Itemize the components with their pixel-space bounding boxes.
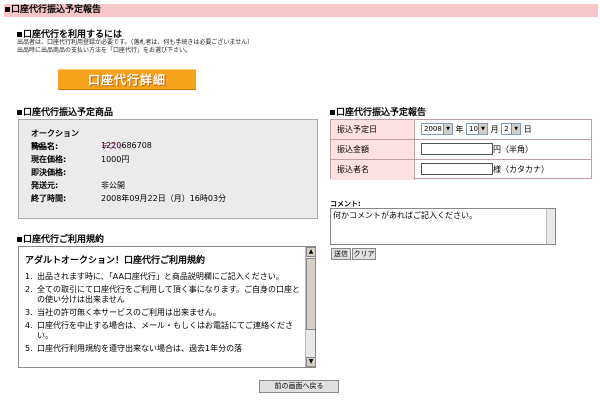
item-row-end-time: 終了時間: 2008年09月22日（月）16時03分 xyxy=(31,193,226,205)
month-unit: 月 xyxy=(490,125,499,134)
terms-item-text: 口座代行利用規約を遵守出来ない場合は、過去1年分の落 xyxy=(37,344,243,353)
account-proxy-detail-button[interactable]: 口座代行詳細 xyxy=(58,69,196,90)
terms-scrollbar[interactable]: ▲ ▼ xyxy=(305,247,315,367)
terms-item-text: 出品されます時に、「AA口座代行」と商品説明欄にご記入ください。 xyxy=(37,272,284,281)
day-select[interactable]: 2 ▼ xyxy=(501,123,522,135)
square-bullet-icon xyxy=(17,32,22,37)
transfer-date-fields: 2008 ▼ 年 10 ▼ 月 2 ▼ 日 xyxy=(421,123,532,136)
ship-from-label: 発送元: xyxy=(31,181,59,190)
terms-item: 2. 全ての取引にて口座代行をご利用して頂く事になります。ご自身の口座との使い分け… xyxy=(25,285,301,305)
transferor-name-input[interactable] xyxy=(421,163,493,175)
page-header-bar: 口座代行振込予定報告 xyxy=(4,4,598,17)
month-select-value: 10 xyxy=(469,125,479,133)
intro-line-2: 出品時に出品商品の支払い方法を「口座代行」をお選び下さい。 xyxy=(17,47,192,54)
item-section-title-text: 口座代行振込予定商品 xyxy=(23,108,114,118)
current-price-label: 現在価格: xyxy=(31,155,67,164)
transferor-name-label: 振込者名 xyxy=(331,160,415,180)
product-name-label: 商品名: xyxy=(31,142,59,151)
year-select-value: 2008 xyxy=(424,125,442,133)
item-row-auction-no: オークションNo.： 1220686708 xyxy=(31,128,152,150)
terms-item: 1. 出品されます時に、「AA口座代行」と商品説明欄にご記入ください。 xyxy=(25,272,301,282)
terms-item-number: 3. xyxy=(25,308,33,317)
chevron-down-icon: ▼ xyxy=(511,124,521,134)
item-row-current-price: 現在価格: 1000円 xyxy=(31,154,129,166)
intro-line-1: 出品者は、口座代行利用登録が必要です。（落札者は、何も手続きは必要ございません） xyxy=(17,39,254,46)
comment-textarea[interactable]: 何かコメントがあればご記入ください。 xyxy=(330,208,556,245)
back-button[interactable]: 前の画面へ戻る xyxy=(259,380,339,393)
product-name-link[interactable]: テスト xyxy=(101,141,125,153)
comment-scrollbar[interactable] xyxy=(546,209,555,244)
item-row-buyout-price: 即決価格: xyxy=(31,167,101,179)
clear-button[interactable]: クリア xyxy=(352,248,376,260)
terms-section-title: 口座代行ご利用規約 xyxy=(17,232,104,245)
page-title: 口座代行振込予定報告 xyxy=(11,5,102,15)
terms-item-text: 全ての取引にて口座代行をご利用して頂く事になります。ご自身の口座との使い分けは出… xyxy=(37,285,300,304)
end-time-value: 2008年09月22日（月）16時03分 xyxy=(101,194,227,203)
item-section-title: 口座代行振込予定商品 xyxy=(17,105,113,118)
transfer-amount-row: 振込金額 円（半角） xyxy=(331,140,591,160)
month-select[interactable]: 10 ▼ xyxy=(466,123,489,135)
transfer-amount-fields: 円（半角） xyxy=(421,143,533,156)
item-info-box: オークションNo.： 1220686708 商品名: テスト 現在価格: 1000円 … xyxy=(18,119,318,219)
terms-section-title-text: 口座代行ご利用規約 xyxy=(23,235,105,245)
terms-heading: アダルトオークション！口座代行ご利用規約 xyxy=(25,256,206,266)
year-unit: 年 xyxy=(455,125,464,134)
terms-item-number: 4. xyxy=(25,321,33,330)
submit-button[interactable]: 送信 xyxy=(331,248,351,260)
transfer-amount-label: 振込金額 xyxy=(331,140,415,159)
terms-item-number: 1. xyxy=(25,272,33,281)
terms-item: 4. 口座代行を中止する場合は、メール・もしくはお電話にてご連絡ください。 xyxy=(25,321,301,341)
item-row-product-name: 商品名: テスト xyxy=(31,141,125,153)
chevron-down-icon: ▼ xyxy=(478,124,488,134)
item-row-ship-from: 発送元: 非公開 xyxy=(31,180,125,192)
terms-item: 3. 当社の許可無く本サービスのご利用は出来ません。 xyxy=(25,308,301,318)
ship-from-value: 非公開 xyxy=(101,181,125,190)
comment-placeholder: 何かコメントがあればご記入ください。 xyxy=(333,211,477,220)
day-select-value: 2 xyxy=(504,125,509,133)
buyout-price-label: 即決価格: xyxy=(31,168,67,177)
square-bullet-icon xyxy=(330,110,335,115)
terms-item-number: 2. xyxy=(25,285,33,294)
day-unit: 日 xyxy=(523,125,532,134)
terms-item: 5. 口座代行利用規約を遵守出来ない場合は、過去1年分の落 xyxy=(25,344,301,354)
chevron-down-icon: ▼ xyxy=(443,124,452,134)
amount-unit: 円（半角） xyxy=(493,145,533,154)
terms-list: 1. 出品されます時に、「AA口座代行」と商品説明欄にご記入ください。 2. 全ての… xyxy=(25,272,301,354)
report-section-title: 口座代行振込予定報告 xyxy=(330,105,426,118)
transferor-name-fields: 様（カタカナ） xyxy=(421,163,549,176)
terms-item-number: 5. xyxy=(25,344,33,353)
terms-content: アダルトオークション！口座代行ご利用規約 1. 出品されます時に、「AA口座代行」… xyxy=(25,253,301,357)
transfer-date-row: 振込予定日 2008 ▼ 年 10 ▼ 月 2 ▼ 日 xyxy=(331,120,591,140)
square-bullet-icon xyxy=(5,7,10,12)
terms-item-text: 口座代行を中止する場合は、メール・もしくはお電話にてご連絡ください。 xyxy=(37,321,293,340)
transfer-date-label: 振込予定日 xyxy=(331,120,415,139)
year-select[interactable]: 2008 ▼ xyxy=(421,123,453,135)
terms-scroll-box[interactable]: アダルトオークション！口座代行ご利用規約 1. 出品されます時に、「AA口座代行」… xyxy=(18,246,316,368)
report-section-title-text: 口座代行振込予定報告 xyxy=(336,108,427,118)
current-price-value: 1000円 xyxy=(101,155,130,164)
transfer-amount-input[interactable] xyxy=(421,143,493,155)
square-bullet-icon xyxy=(17,237,22,242)
scroll-up-arrow-icon[interactable]: ▲ xyxy=(306,247,315,257)
scroll-down-arrow-icon[interactable]: ▼ xyxy=(306,357,315,367)
transfer-report-form: 振込予定日 2008 ▼ 年 10 ▼ 月 2 ▼ 日 振込金額 円（半角） 振込者名… xyxy=(330,119,592,180)
scrollbar-thumb[interactable] xyxy=(306,258,315,330)
name-unit: 様（カタカナ） xyxy=(493,165,549,174)
end-time-label: 終了時間: xyxy=(31,194,67,203)
transferor-name-row: 振込者名 様（カタカナ） xyxy=(331,160,591,180)
square-bullet-icon xyxy=(17,110,22,115)
terms-item-text: 当社の許可無く本サービスのご利用は出来ません。 xyxy=(37,308,221,317)
